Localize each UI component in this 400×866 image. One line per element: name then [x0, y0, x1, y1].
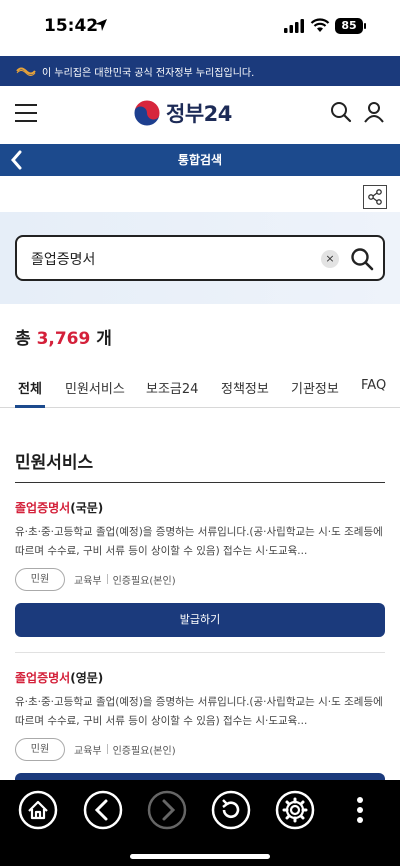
signal-icon — [284, 19, 304, 33]
search-submit-icon[interactable] — [349, 246, 375, 272]
tag-separator — [106, 744, 108, 754]
result-title[interactable]: 졸업증명서(영문) — [15, 669, 385, 686]
result-title-highlight: 졸업증명서 — [15, 671, 71, 685]
result-description: 유·초·중·고등학교 졸업(예정)을 증명하는 서류입니다.(공·사립학교는 시… — [15, 526, 383, 557]
result-title[interactable]: 졸업증명서(국문) — [15, 499, 385, 516]
auth-label: 인증필요(본인) — [112, 745, 176, 757]
logo-text: 정부24 — [166, 102, 232, 126]
gov-emblem-icon — [16, 67, 36, 76]
auth-label: 인증필요(본인) — [112, 575, 176, 587]
settings-icon[interactable] — [275, 790, 315, 830]
result-title-highlight: 졸업증명서 — [15, 501, 71, 515]
clear-search-button[interactable]: × — [321, 250, 339, 268]
menu-button[interactable] — [15, 104, 37, 124]
share-icon — [368, 189, 382, 205]
section-title: 민원서비스 — [15, 453, 94, 473]
home-icon[interactable] — [18, 790, 58, 830]
issue-button[interactable]: 발급하기 — [15, 603, 385, 637]
tag-separator — [106, 574, 108, 584]
count-number: 3,769 — [36, 329, 91, 349]
tab-subsidy24[interactable]: 보조금24 — [146, 378, 198, 397]
search-input[interactable] — [31, 247, 311, 271]
gov-banner-text: 이 누리집은 대한민국 공식 전자정부 누리집입니다. — [42, 67, 255, 79]
header: 정부24 — [0, 86, 400, 144]
gov-banner: 이 누리집은 대한민국 공식 전자정부 누리집입니다. — [0, 56, 400, 86]
count-prefix: 총 — [15, 329, 31, 349]
result-tags: 민원 교육부 인증필요(본인) — [15, 567, 385, 591]
home-indicator — [130, 854, 270, 859]
tab-all[interactable]: 전체 — [18, 378, 42, 397]
tab-policy[interactable]: 정책정보 — [221, 378, 269, 397]
result-title-suffix: (국문) — [70, 501, 104, 515]
back-icon[interactable] — [83, 790, 123, 830]
more-icon[interactable] — [340, 790, 380, 830]
result-title-suffix: (영문) — [70, 671, 104, 685]
section-divider — [15, 482, 385, 483]
user-icon[interactable] — [362, 100, 386, 124]
tab-civil-services[interactable]: 민원서비스 — [65, 378, 125, 397]
result-description: 유·초·중·고등학교 졸업(예정)을 증명하는 서류입니다.(공·사립학교는 시… — [15, 696, 383, 727]
reload-icon[interactable] — [211, 790, 251, 830]
agency-label: 교육부 — [74, 745, 102, 757]
menu-line — [15, 120, 37, 122]
battery-cap — [364, 23, 366, 29]
tab-faq[interactable]: FAQ — [361, 378, 386, 393]
status-bar: 15:42 85 — [0, 0, 400, 54]
battery-level: 85 — [335, 18, 363, 34]
agency-label: 교육부 — [74, 575, 102, 587]
search-area: × — [0, 212, 400, 304]
result-tags: 민원 교육부 인증필요(본인) — [15, 737, 385, 761]
title-bar: 통합검색 — [0, 144, 400, 176]
category-badge: 민원 — [15, 737, 65, 761]
page-title: 통합검색 — [177, 153, 223, 167]
taegeuk-icon — [133, 99, 161, 127]
status-time: 15:42 — [44, 16, 99, 36]
result-divider — [15, 652, 385, 653]
active-tab-indicator — [15, 405, 45, 408]
search-tabs: 전체 민원서비스 보조금24 정책정보 기관정보 FAQ — [0, 370, 400, 408]
menu-line — [15, 112, 37, 114]
share-button[interactable] — [363, 185, 387, 209]
search-icon[interactable] — [329, 100, 353, 124]
gov24-logo[interactable]: 정부24 — [132, 98, 232, 128]
tab-agency[interactable]: 기관정보 — [291, 378, 339, 397]
results-count: 총 3,769 개 — [15, 324, 112, 349]
search-box: × — [15, 235, 385, 281]
menu-line — [15, 104, 37, 106]
category-badge: 민원 — [15, 567, 65, 591]
count-suffix: 개 — [96, 329, 112, 349]
wifi-icon — [310, 18, 330, 32]
location-arrow-icon — [95, 19, 107, 31]
result-item: 졸업증명서(국문) 유·초·중·고등학교 졸업(예정)을 증명하는 서류입니다.… — [15, 499, 385, 637]
forward-icon[interactable] — [147, 790, 187, 830]
